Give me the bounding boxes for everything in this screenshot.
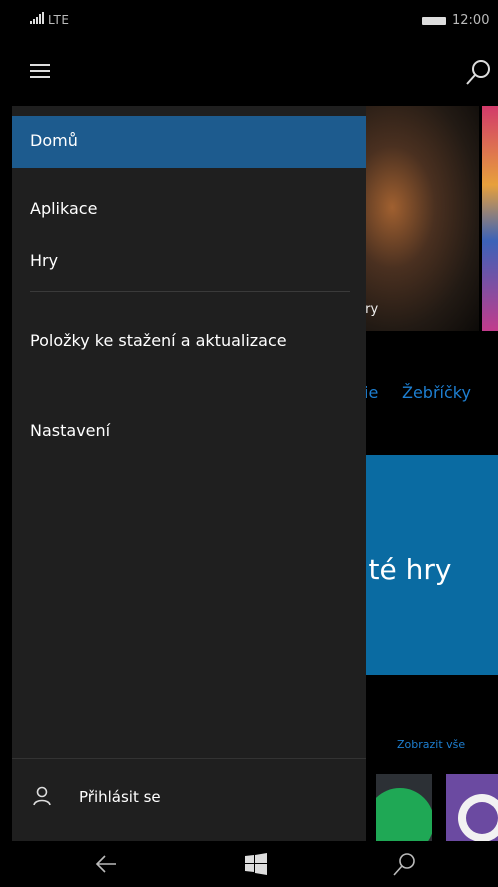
drawer-item-home[interactable]: Domů — [12, 116, 366, 168]
app-tile-whatsapp[interactable] — [376, 774, 432, 841]
store-screen: LTE 12:00 cory ie Žebříčky žité hry Zobr… — [0, 0, 498, 887]
drawer-item-label: Nastavení — [30, 421, 111, 440]
drawer-item-games[interactable]: Hry — [12, 236, 366, 288]
hero-banner-image-next[interactable] — [482, 106, 498, 331]
signal-icon — [30, 12, 44, 24]
drawer-item-label: Hry — [30, 251, 59, 270]
drawer-divider — [30, 291, 350, 292]
pivot-item-charts[interactable]: Žebříčky — [402, 383, 471, 402]
drawer-item-settings[interactable]: Nastavení — [12, 406, 366, 458]
hamburger-menu-icon[interactable] — [30, 64, 50, 80]
back-arrow-icon[interactable] — [94, 852, 118, 876]
pivot-item[interactable]: ie — [364, 383, 378, 402]
drawer-item-label: Aplikace — [30, 199, 98, 218]
search-icon[interactable] — [391, 851, 417, 877]
app-header — [0, 42, 498, 106]
promo-tile[interactable]: žité hry — [346, 455, 498, 675]
battery-icon — [422, 17, 446, 25]
status-bar: LTE 12:00 — [0, 0, 498, 42]
drawer-item-label: Položky ke stažení a aktualizace — [30, 331, 287, 350]
system-nav-bar — [0, 841, 498, 887]
windows-start-icon[interactable] — [245, 853, 267, 875]
drawer-item-downloads-updates[interactable]: Položky ke stažení a aktualizace — [12, 316, 366, 368]
drawer-item-label: Domů — [30, 131, 78, 150]
show-all-link[interactable]: Zobrazit vše — [397, 738, 465, 751]
app-tile-viber[interactable] — [446, 774, 498, 841]
sign-in-button[interactable]: Přihlásit se — [12, 774, 366, 822]
navigation-drawer: Domů Aplikace Hry Položky ke stažení a a… — [12, 106, 366, 841]
sign-in-label: Přihlásit se — [79, 788, 161, 806]
hero-banner-image[interactable] — [355, 106, 479, 331]
status-clock: 12:00 — [452, 13, 490, 28]
person-icon — [33, 786, 51, 806]
drawer-footer-divider — [12, 758, 366, 759]
search-icon[interactable] — [464, 58, 492, 86]
drawer-item-apps[interactable]: Aplikace — [12, 184, 366, 236]
network-type-label: LTE — [48, 13, 70, 27]
